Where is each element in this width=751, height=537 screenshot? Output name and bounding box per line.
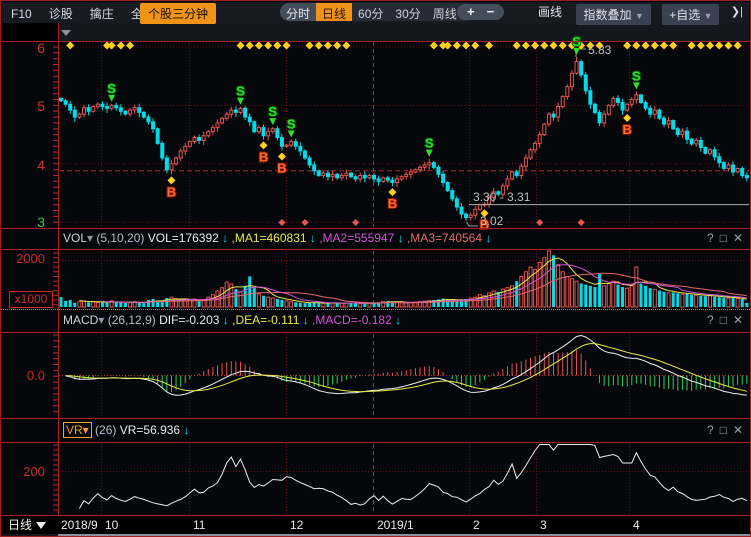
period-tab-group: 分时日线60分30分周线 ▼ xyxy=(280,3,475,21)
price-label-5: 5 xyxy=(7,98,45,114)
zoom-control: +− xyxy=(457,4,504,20)
header-segment: ,MA1=460831 xyxy=(228,231,310,245)
low-price-annotation: 3.02 xyxy=(480,214,503,228)
header-segment: ,MACD=-0.182 xyxy=(309,313,395,327)
chevron-down-icon: ▼ xyxy=(635,11,644,21)
svg-text:B: B xyxy=(259,149,268,164)
peak-price-annotation: 5.83 xyxy=(588,43,611,57)
draw-line-button[interactable]: 画线 xyxy=(538,4,562,21)
vol-panel-controls: ? □ ✕ xyxy=(701,231,743,245)
svg-text:S: S xyxy=(107,81,116,96)
svg-text:B: B xyxy=(622,122,631,137)
svg-text:B: B xyxy=(277,160,286,175)
svg-text:S: S xyxy=(287,117,296,132)
header-segment: ,DEA=-0.111 xyxy=(229,313,303,327)
help-icon[interactable]: ? xyxy=(707,423,714,437)
svg-text:B: B xyxy=(388,196,397,211)
index-overlay-button[interactable]: 指数叠加 ▼ xyxy=(576,4,650,25)
price-axis-line xyxy=(58,23,59,515)
charts-canvas: SBSBSBSBSBSBS xyxy=(1,1,751,537)
macd-panel-controls: ? □ ✕ xyxy=(701,313,743,327)
header-segment: ,MA3=740564 xyxy=(404,231,486,245)
time-label-2: 2 xyxy=(473,518,480,532)
divider xyxy=(1,332,750,333)
time-label-11: 11 xyxy=(193,518,205,532)
header-segment: (26) xyxy=(92,423,120,437)
period-tab-日线[interactable]: 日线 xyxy=(316,3,352,21)
vr-panel-header[interactable]: VR▾ (26) VR=56.936 ↓ xyxy=(63,423,189,441)
header-segment: (26,12,9) xyxy=(108,313,159,327)
price-label-4: 4 xyxy=(7,157,45,173)
price-label-3: 3 xyxy=(7,214,45,230)
close-icon[interactable]: ✕ xyxy=(733,423,743,437)
header-segment: ↓ xyxy=(485,231,491,245)
price-label-6: 6 xyxy=(7,40,45,56)
header-segment: VOL xyxy=(63,231,87,245)
header-segment: VR=56.936 xyxy=(120,423,184,437)
add-watchlist-button[interactable]: +自选 ▼ xyxy=(662,4,719,25)
period-tab-分时[interactable]: 分时 xyxy=(280,3,316,21)
header-segment: ,MA2=555947 xyxy=(316,231,398,245)
time-label-2018/9: 2018/9 xyxy=(61,518,98,532)
svg-text:S: S xyxy=(236,84,245,99)
time-label-10: 10 xyxy=(105,518,118,532)
header-segment: ▾ xyxy=(87,231,96,245)
divider xyxy=(1,442,750,443)
macd-zero-label: 0.0 xyxy=(7,368,45,383)
time-axis: 2018/9 10 11 12 2019/1 2 3 4 xyxy=(1,516,751,534)
stock-3min-button[interactable]: 个股三分钟 xyxy=(140,3,216,24)
buy-range-annotation: 3.30 - 3.31 xyxy=(473,190,530,204)
collapse-panel-icon[interactable]: ❯| xyxy=(731,4,743,21)
help-icon[interactable]: ? xyxy=(707,231,714,245)
close-icon[interactable]: ✕ xyxy=(733,231,743,245)
maximize-icon[interactable]: □ xyxy=(720,423,727,437)
chevron-down-icon: ▼ xyxy=(704,11,713,21)
header-segment: ▾ xyxy=(98,313,107,327)
vr-panel-controls: ? □ ✕ xyxy=(701,423,743,437)
period-tab-30分[interactable]: 30分 xyxy=(389,3,426,21)
macd-panel-header[interactable]: MACD▾ (26,12,9) DIF=-0.203 ↓ ,DEA=-0.111… xyxy=(63,313,401,331)
vol-panel-header[interactable]: VOL▾ (5,10,20) VOL=176392 ↓ ,MA1=460831 … xyxy=(63,231,491,249)
divider xyxy=(1,41,750,42)
period-indicator[interactable]: 日线 xyxy=(2,516,58,534)
svg-text:B: B xyxy=(167,184,176,199)
svg-text:S: S xyxy=(632,68,641,83)
tab-诊股[interactable]: 诊股 xyxy=(49,5,73,22)
header-segment: MACD xyxy=(63,313,98,327)
vol-unit-label: x1000 xyxy=(9,291,53,308)
maximize-icon[interactable]: □ xyxy=(720,313,727,327)
period-tab-60分[interactable]: 60分 xyxy=(352,3,389,21)
zoom-out-button[interactable]: − xyxy=(481,4,501,19)
help-icon[interactable]: ? xyxy=(707,313,714,327)
macd-panel-selection-border xyxy=(1,309,750,310)
header-segment: VR▾ xyxy=(63,422,92,438)
tab-F10[interactable]: F10 xyxy=(11,7,32,21)
toolbar-right-group: 画线 指数叠加 ▼ +自选 ▼ ❯| xyxy=(538,4,743,25)
maximize-icon[interactable]: □ xyxy=(720,231,727,245)
svg-text:S: S xyxy=(268,104,277,119)
arrow-down-icon xyxy=(36,522,46,529)
app-window: F10诊股擒庄全景 个股三分钟 分时日线60分30分周线 ▼ +− 画线 指数叠… xyxy=(0,0,751,537)
header-segment: VOL=176392 xyxy=(148,231,222,245)
header-segment: DIF=-0.203 xyxy=(159,313,223,327)
header-segment: ↓ xyxy=(395,313,401,327)
time-label-3: 3 xyxy=(540,518,547,532)
vr-scale-label: 200 xyxy=(7,464,45,479)
divider xyxy=(1,418,750,419)
top-toolbar: F10诊股擒庄全景 个股三分钟 分时日线60分30分周线 ▼ +− 画线 指数叠… xyxy=(2,2,749,23)
divider xyxy=(1,249,750,250)
divider xyxy=(1,228,750,229)
header-segment: (5,10,20) xyxy=(96,231,147,245)
tab-擒庄[interactable]: 擒庄 xyxy=(90,5,114,22)
time-label-2019/1: 2019/1 xyxy=(377,518,414,532)
time-label-12: 12 xyxy=(290,518,303,532)
vol-scale-label: 2000 xyxy=(7,251,45,266)
time-label-4: 4 xyxy=(633,518,640,532)
svg-text:S: S xyxy=(425,136,434,151)
header-segment: ↓ xyxy=(183,423,189,437)
zoom-in-button[interactable]: + xyxy=(461,4,481,19)
close-icon[interactable]: ✕ xyxy=(733,313,743,327)
